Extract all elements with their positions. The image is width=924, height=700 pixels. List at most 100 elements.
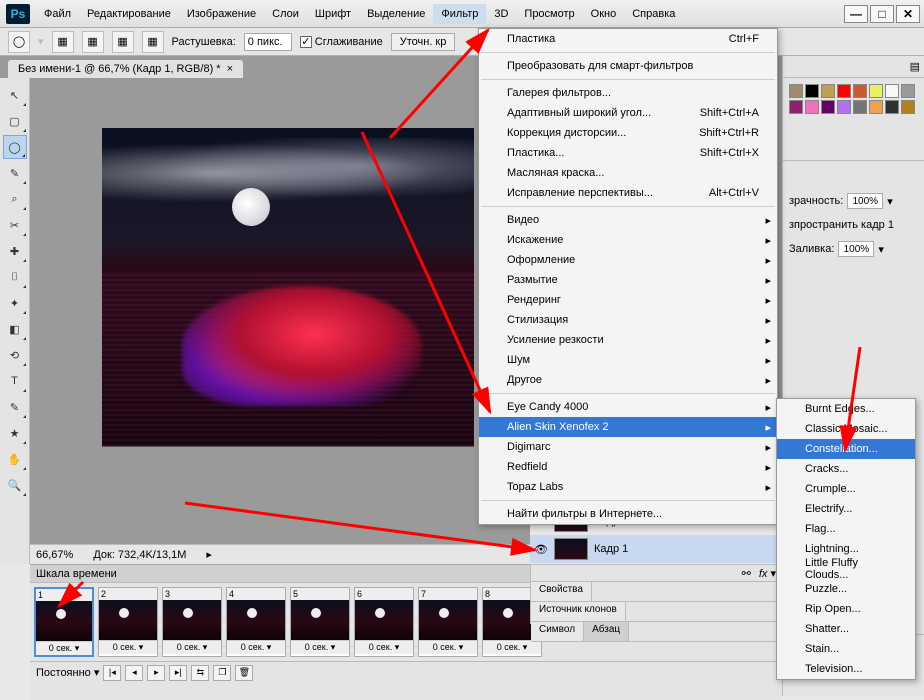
menu-item[interactable]: Усиление резкости▸ xyxy=(479,330,777,350)
frame-duration[interactable]: 0 сек. ▾ xyxy=(227,640,285,654)
fill-dropdown-icon[interactable]: ▾ xyxy=(878,243,884,256)
loop-select[interactable]: Постоянно ▾ xyxy=(36,666,99,679)
menu-item[interactable]: Оформление▸ xyxy=(479,250,777,270)
link-icon[interactable]: ⚯ xyxy=(742,567,751,580)
menu-item[interactable]: Constellation... xyxy=(777,439,915,459)
tool-6[interactable]: ✚ xyxy=(3,239,27,263)
menu-item[interactable]: Electrify... xyxy=(777,499,915,519)
swatch[interactable] xyxy=(837,100,851,114)
swatch[interactable] xyxy=(869,84,883,98)
next-frame-button[interactable]: ▸| xyxy=(169,665,187,681)
swatch[interactable] xyxy=(837,84,851,98)
menu-изображение[interactable]: Изображение xyxy=(179,4,264,24)
menu-item[interactable]: Адаптивный широкий угол...Shift+Ctrl+A xyxy=(479,103,777,123)
tool-9[interactable]: ◧ xyxy=(3,317,27,341)
document-canvas[interactable] xyxy=(102,128,474,446)
opacity-dropdown-icon[interactable]: ▾ xyxy=(887,195,893,208)
first-frame-button[interactable]: |◂ xyxy=(103,665,121,681)
swatch[interactable] xyxy=(805,100,819,114)
swatch[interactable] xyxy=(885,84,899,98)
menu-item[interactable]: Cracks... xyxy=(777,459,915,479)
frame-duration[interactable]: 0 сек. ▾ xyxy=(99,640,157,654)
menu-фильтр[interactable]: Фильтр xyxy=(433,4,486,24)
delete-frame-button[interactable]: 🗑 xyxy=(235,665,253,681)
fx-icon[interactable]: fx ▾ xyxy=(759,567,776,580)
menu-item[interactable]: Puzzle... xyxy=(777,579,915,599)
menu-item[interactable]: ПластикаCtrl+F xyxy=(479,29,777,49)
menu-справка[interactable]: Справка xyxy=(624,4,683,24)
tool-12[interactable]: ✎ xyxy=(3,395,27,419)
timeline-frame[interactable]: 40 сек. ▾ xyxy=(226,587,286,657)
menu-слои[interactable]: Слои xyxy=(264,4,307,24)
menu-item[interactable]: Redfield▸ xyxy=(479,457,777,477)
menu-item[interactable]: Classic Mosaic... xyxy=(777,419,915,439)
document-tab[interactable]: Без имени-1 @ 66,7% (Кадр 1, RGB/8) * × xyxy=(8,60,243,78)
menu-item[interactable]: Little Fluffy Clouds... xyxy=(777,559,915,579)
menu-item[interactable]: Crumple... xyxy=(777,479,915,499)
menu-файл[interactable]: Файл xyxy=(36,4,79,24)
timeline-frame[interactable]: 30 сек. ▾ xyxy=(162,587,222,657)
menu-item[interactable]: Размытие▸ xyxy=(479,270,777,290)
selection-intersect-icon[interactable]: ▦ xyxy=(142,31,164,53)
menu-item[interactable]: Пластика...Shift+Ctrl+X xyxy=(479,143,777,163)
swatch[interactable] xyxy=(869,100,883,114)
tool-4[interactable]: ⌕ xyxy=(3,187,27,211)
timeline-frame[interactable]: 70 сек. ▾ xyxy=(418,587,478,657)
tool-3[interactable]: ✎ xyxy=(3,161,27,185)
tab-character[interactable]: Символ xyxy=(531,622,584,641)
swatch[interactable] xyxy=(885,100,899,114)
maximize-button[interactable]: □ xyxy=(870,5,894,23)
menu-item[interactable]: Масляная краска... xyxy=(479,163,777,183)
swatch[interactable] xyxy=(901,100,915,114)
tool-5[interactable]: ✂ xyxy=(3,213,27,237)
tool-15[interactable]: 🔍 xyxy=(3,473,27,497)
tool-1[interactable]: ▢ xyxy=(3,109,27,133)
menu-item[interactable]: Alien Skin Xenofex 2▸ xyxy=(479,417,777,437)
status-arrow-icon[interactable]: ▸ xyxy=(206,548,212,561)
swatch[interactable] xyxy=(805,84,819,98)
frame-duration[interactable]: 0 сек. ▾ xyxy=(355,640,413,654)
tool-14[interactable]: ✋ xyxy=(3,447,27,471)
timeline-frame[interactable]: 10 сек. ▾ xyxy=(34,587,94,657)
swatch[interactable] xyxy=(821,100,835,114)
menu-item[interactable]: Lightning... xyxy=(777,539,915,559)
visibility-icon[interactable]: 👁 xyxy=(534,542,548,556)
tool-2[interactable]: ◯ xyxy=(3,135,27,159)
menu-выделение[interactable]: Выделение xyxy=(359,4,433,24)
menu-item[interactable]: Burnt Edges... xyxy=(777,399,915,419)
swatch[interactable] xyxy=(853,100,867,114)
swatch[interactable] xyxy=(853,84,867,98)
tab-close-icon[interactable]: × xyxy=(227,63,233,75)
menu-item[interactable]: Рендеринг▸ xyxy=(479,290,777,310)
tool-0[interactable]: ↖ xyxy=(3,83,27,107)
menu-item[interactable]: Исправление перспективы...Alt+Ctrl+V xyxy=(479,183,777,203)
menu-item[interactable]: Flag... xyxy=(777,519,915,539)
menu-item[interactable]: Shatter... xyxy=(777,619,915,639)
close-button[interactable]: ✕ xyxy=(896,5,920,23)
swatch[interactable] xyxy=(789,100,803,114)
menu-item[interactable]: Преобразовать для смарт-фильтров xyxy=(479,56,777,76)
prev-frame-button[interactable]: ◂ xyxy=(125,665,143,681)
timeline-frame[interactable]: 50 сек. ▾ xyxy=(290,587,350,657)
menu-item[interactable]: Topaz Labs▸ xyxy=(479,477,777,497)
menu-item[interactable]: Коррекция дисторсии...Shift+Ctrl+R xyxy=(479,123,777,143)
menu-item[interactable]: Стилизация▸ xyxy=(479,310,777,330)
timeline-frame[interactable]: 20 сек. ▾ xyxy=(98,587,158,657)
tool-13[interactable]: ★ xyxy=(3,421,27,445)
selection-new-icon[interactable]: ▦ xyxy=(52,31,74,53)
menu-item[interactable]: Eye Candy 4000▸ xyxy=(479,397,777,417)
tool-11[interactable]: T xyxy=(3,369,27,393)
tool-8[interactable]: ✦ xyxy=(3,291,27,315)
tool-10[interactable]: ⟲ xyxy=(3,343,27,367)
frame-duration[interactable]: 0 сек. ▾ xyxy=(36,641,92,655)
frame-duration[interactable]: 0 сек. ▾ xyxy=(291,640,349,654)
tool-7[interactable]: ⌷ xyxy=(3,265,27,289)
lasso-preset-icon[interactable]: ◯ xyxy=(8,31,30,53)
tab-paragraph[interactable]: Абзац xyxy=(584,622,629,641)
menu-item[interactable]: Stain... xyxy=(777,639,915,659)
frame-duration[interactable]: 0 сек. ▾ xyxy=(483,640,541,654)
timeline-frame[interactable]: 60 сек. ▾ xyxy=(354,587,414,657)
swatch[interactable] xyxy=(901,84,915,98)
tween-button[interactable]: ⇆ xyxy=(191,665,209,681)
feather-input[interactable] xyxy=(244,33,292,51)
